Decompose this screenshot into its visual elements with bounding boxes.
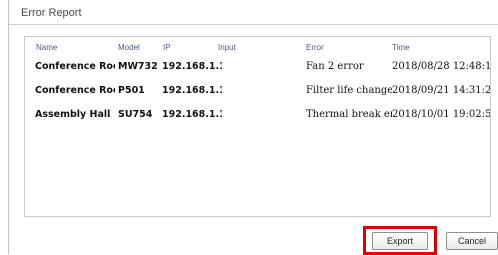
cell-time: 2018/10/01 19:02:54: [392, 109, 490, 120]
cell-model: P501: [118, 85, 145, 96]
dialog-title: Error Report: [21, 7, 82, 19]
cell-error: Thermal break error: [306, 109, 392, 120]
error-report-dialog: Error Report Name Model IP Input Error T…: [8, 0, 498, 254]
cancel-button[interactable]: Cancel: [446, 232, 498, 250]
cell-name: Assembly Hall: [35, 109, 111, 120]
cell-model: SU754: [118, 109, 153, 120]
cell-ip: 192.168.1.1: [162, 61, 222, 72]
cell-name: Conference Room :: [35, 85, 115, 96]
column-header-error[interactable]: Error: [306, 43, 324, 52]
cell-error: Fan 2 error: [306, 61, 364, 72]
cell-ip: 192.168.1.1: [162, 109, 222, 120]
cell-model: MW732: [118, 61, 158, 72]
table-row[interactable]: Assembly Hall SU754 192.168.1.1 Thermal …: [25, 109, 490, 127]
column-header-time[interactable]: Time: [392, 43, 409, 52]
table-row[interactable]: Conference Room : P501 192.168.1.1 Filte…: [25, 85, 490, 103]
column-header-input[interactable]: Input: [218, 43, 236, 52]
column-header-model[interactable]: Model: [118, 43, 140, 52]
error-report-table: Name Model IP Input Error Time Conferenc…: [24, 36, 491, 217]
cell-ip: 192.168.1.1: [162, 85, 222, 96]
cell-time: 2018/09/21 14:31:27: [392, 85, 490, 96]
table-row[interactable]: Conference Room MW732 192.168.1.1 Fan 2 …: [25, 61, 490, 79]
cell-error: Filter life change: [306, 85, 392, 96]
cell-time: 2018/08/28 12:48:11: [392, 61, 490, 72]
cell-name: Conference Room: [35, 61, 115, 72]
export-button[interactable]: Export: [372, 232, 428, 250]
dialog-title-bar: Error Report: [9, 0, 498, 25]
column-header-name[interactable]: Name: [36, 43, 57, 52]
column-header-ip[interactable]: IP: [163, 43, 171, 52]
